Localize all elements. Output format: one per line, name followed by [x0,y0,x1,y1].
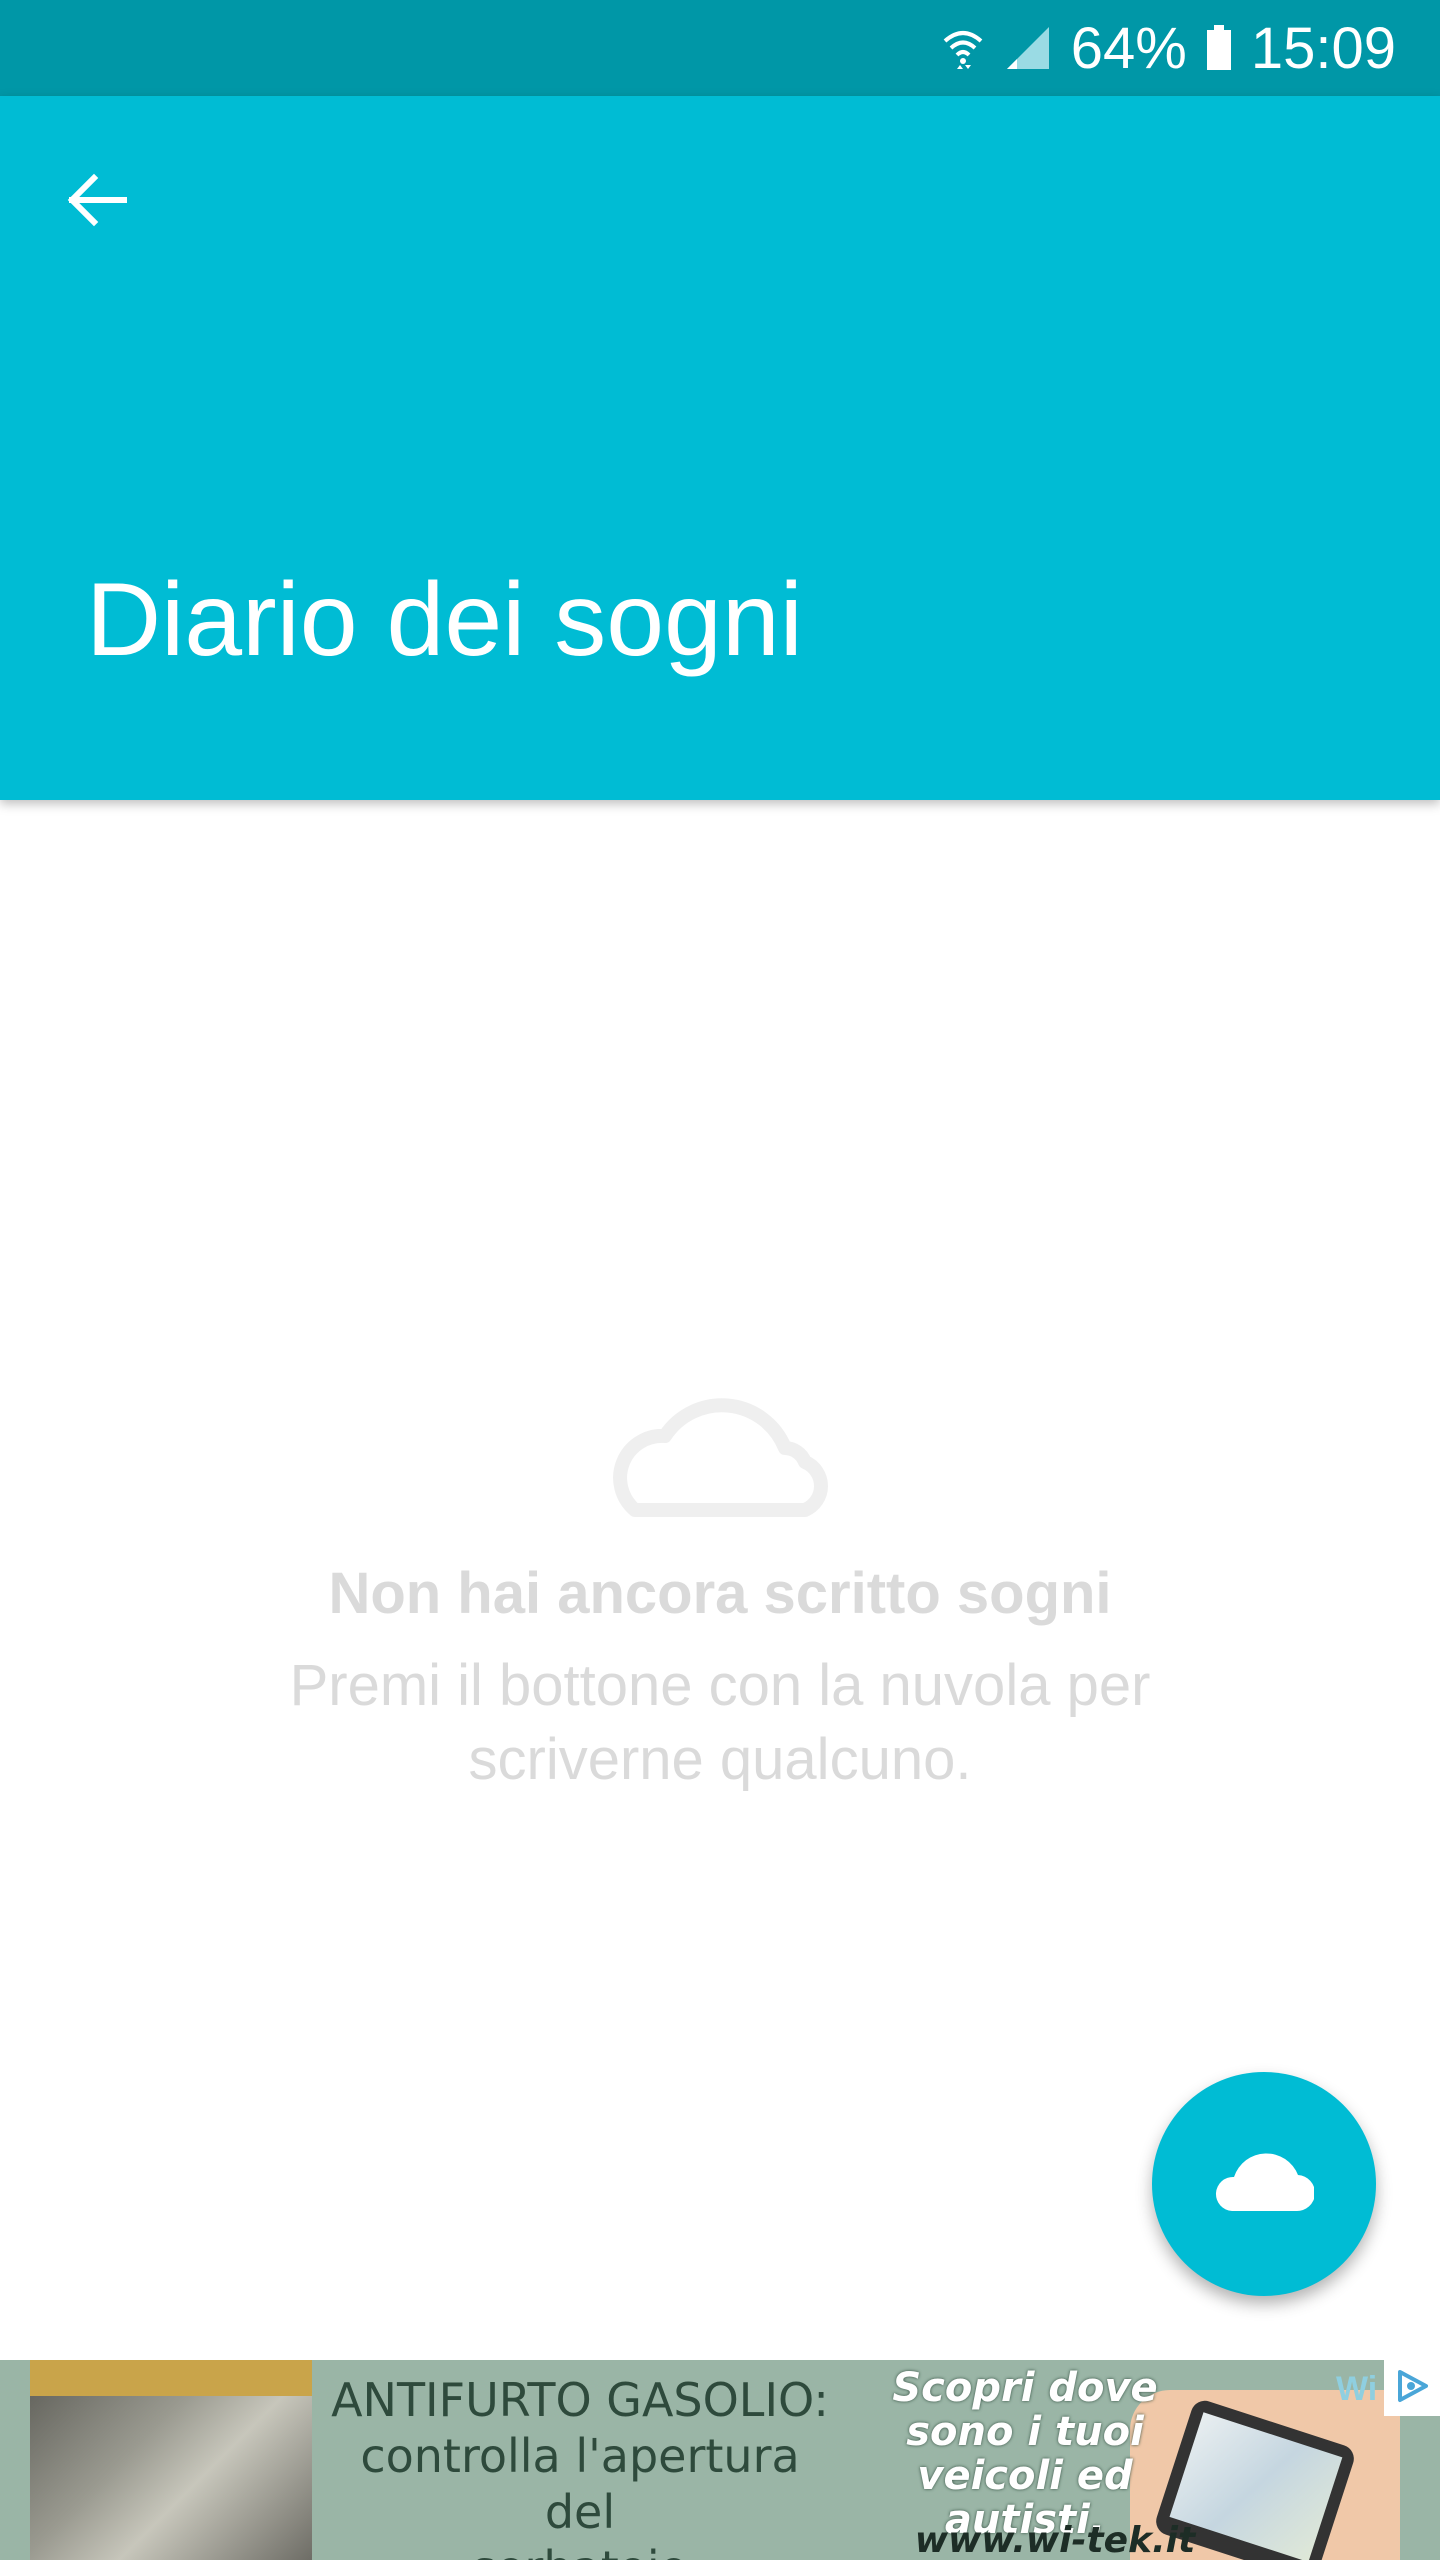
battery-icon [1205,23,1233,73]
back-button[interactable] [40,146,152,258]
ad-choices-icon [1392,2366,1432,2411]
ad-headline-line1: ANTIFURTO GASOLIO: [331,2373,829,2427]
cloud-icon [1214,2149,1316,2220]
wifi-icon [941,23,985,73]
cloud-outline-icon [605,1350,835,1520]
ad-tagline: Scopri dove sono i tuoi veicoli ed autis… [892,2365,1158,2543]
ad-brand-logo: Wi [1336,2370,1378,2408]
signal-icon [1003,23,1053,73]
empty-state-subtitle: Premi il bottone con la nuvola per scriv… [289,1653,1151,1792]
ad-fuel-tank-image [30,2360,312,2560]
empty-state-title: Non hai ancora scritto sogni [328,1561,1112,1626]
ad-headline-line2: controlla l'apertura del [360,2429,800,2539]
ad-url: www.wi-tek.it [914,2520,1196,2560]
ad-banner[interactable]: ANTIFURTO GASOLIO: controlla l'apertura … [0,2360,1440,2560]
ad-headline-line3: serbatoio [320,2540,840,2560]
battery-percent: 64% [1070,15,1187,81]
page-title: Diario dei sogni [86,562,803,678]
clock: 15:09 [1250,15,1396,81]
app-bar: Diario dei sogni [0,96,1440,800]
new-dream-fab[interactable] [1152,2072,1376,2296]
empty-state: Non hai ancora scritto sogni Premi il bo… [0,1350,1440,1797]
ad-choices-button[interactable] [1384,2360,1440,2416]
arrow-back-icon [62,166,130,239]
status-bar: 64% 15:09 [0,0,1440,96]
ad-headline: ANTIFURTO GASOLIO: controlla l'apertura … [320,2372,840,2560]
